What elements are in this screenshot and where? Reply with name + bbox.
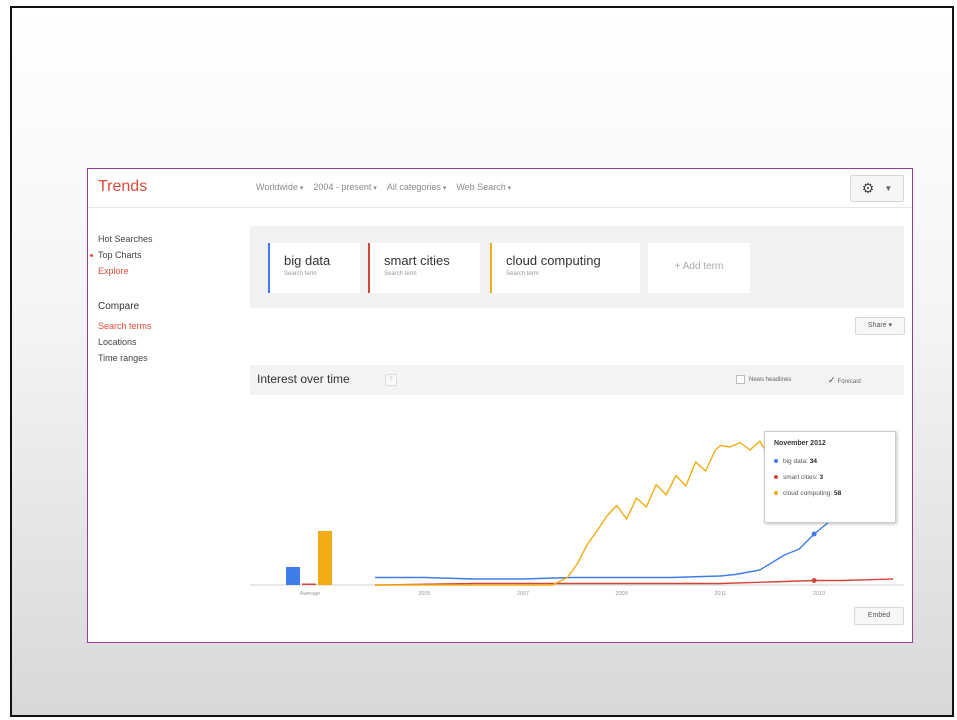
filter-bar: Worldwide 2004 - present All categories … (256, 182, 511, 192)
average-bar-cloud-computing (318, 531, 332, 585)
settings-button[interactable]: ⚙ ▼ (850, 175, 904, 202)
term-card-smart-cities[interactable]: smart cities Search term (368, 243, 480, 293)
add-term-button[interactable]: + Add term (648, 243, 750, 293)
trends-screenshot: Trends Worldwide 2004 - present All cate… (87, 168, 913, 643)
series-line-cloud-computing (375, 440, 815, 586)
search-terms-bar: big data Search term smart cities Search… (250, 226, 904, 308)
forecast-label: Forecast (837, 379, 861, 385)
filter-category[interactable]: All categories (387, 182, 447, 192)
hover-point-big-data (811, 531, 817, 537)
sidebar: Hot Searches Top Charts Explore Compare … (88, 231, 238, 366)
term-type: Search term (284, 271, 317, 277)
sidebar-item-search-terms[interactable]: Search terms (88, 318, 238, 334)
x-tick-label: 2005 (418, 591, 430, 597)
series-dot-icon (774, 459, 778, 464)
forecast-checkbox[interactable]: ✓ Forecast (828, 375, 861, 386)
tooltip-title: November 2012 (774, 440, 826, 447)
chart-tooltip: November 2012 big data: 34 smart cities:… (764, 431, 896, 523)
x-tick-label: 2013 (813, 591, 825, 597)
news-headlines-checkbox[interactable]: News headlines (736, 375, 791, 384)
hover-point-smart-cities (811, 578, 817, 583)
sidebar-item-locations[interactable]: Locations (88, 334, 238, 350)
series-dot-icon (774, 491, 778, 496)
term-type: Search term (384, 271, 417, 277)
checkbox-icon (736, 375, 745, 384)
sidebar-item-time-ranges[interactable]: Time ranges (88, 350, 238, 366)
tooltip-row-smart-cities: smart cities: 3 (774, 470, 886, 486)
gear-icon: ⚙ (861, 180, 875, 196)
chevron-down-icon: ▼ (884, 184, 893, 193)
term-card-cloud-computing[interactable]: cloud computing Search term (490, 243, 640, 293)
tooltip-row-label: smart cities (783, 474, 816, 481)
average-label: Average (300, 591, 320, 597)
tooltip-row-big-data: big data: 34 (774, 454, 886, 470)
term-card-big-data[interactable]: big data Search term (268, 243, 360, 293)
average-bar-big-data (286, 567, 300, 585)
tooltip-row-value: 58 (833, 490, 842, 497)
tooltip-row-label: cloud computing (783, 490, 831, 497)
term-type: Search term (506, 271, 539, 277)
tooltip-row-value: 3 (819, 474, 824, 481)
news-headlines-label: News headlines (749, 377, 792, 384)
tooltip-row-value: 34 (809, 458, 817, 465)
trends-logo[interactable]: Trends (98, 178, 147, 196)
top-bar: Trends Worldwide 2004 - present All cate… (88, 169, 912, 208)
term-name: cloud computing (506, 253, 601, 268)
compare-heading: Compare (98, 301, 140, 312)
checkmark-icon: ✓ (828, 375, 836, 385)
average-bar-smart-cities (302, 583, 316, 585)
sidebar-item-top-charts[interactable]: Top Charts (88, 247, 238, 263)
x-tick-label: 2007 (517, 591, 529, 597)
interest-over-time-header: Interest over time ? News headlines ✓ For… (250, 365, 904, 395)
sidebar-item-explore[interactable]: Explore (88, 263, 238, 279)
filter-search-type[interactable]: Web Search (456, 182, 511, 192)
filter-time-range[interactable]: 2004 - present (313, 182, 377, 192)
x-tick-label: 2011 (714, 591, 726, 597)
tooltip-row-label: big data (783, 458, 807, 465)
slide-frame: Trends Worldwide 2004 - present All cate… (10, 6, 954, 717)
term-name: big data (284, 253, 331, 268)
share-label: Share (867, 322, 887, 329)
embed-button[interactable]: Embed (854, 607, 904, 625)
interest-over-time-title: Interest over time (257, 372, 350, 386)
series-line-big-data (375, 521, 830, 580)
term-name: smart cities (384, 253, 450, 268)
info-icon[interactable]: ? (385, 374, 397, 386)
sidebar-item-hot-searches[interactable]: Hot Searches (88, 231, 238, 247)
x-tick-label: 2009 (616, 591, 628, 597)
filter-location[interactable]: Worldwide (256, 182, 303, 192)
tooltip-row-cloud-computing: cloud computing: 58 (774, 486, 886, 502)
share-button[interactable]: Share ▾ (855, 317, 905, 335)
series-dot-icon (774, 475, 778, 480)
